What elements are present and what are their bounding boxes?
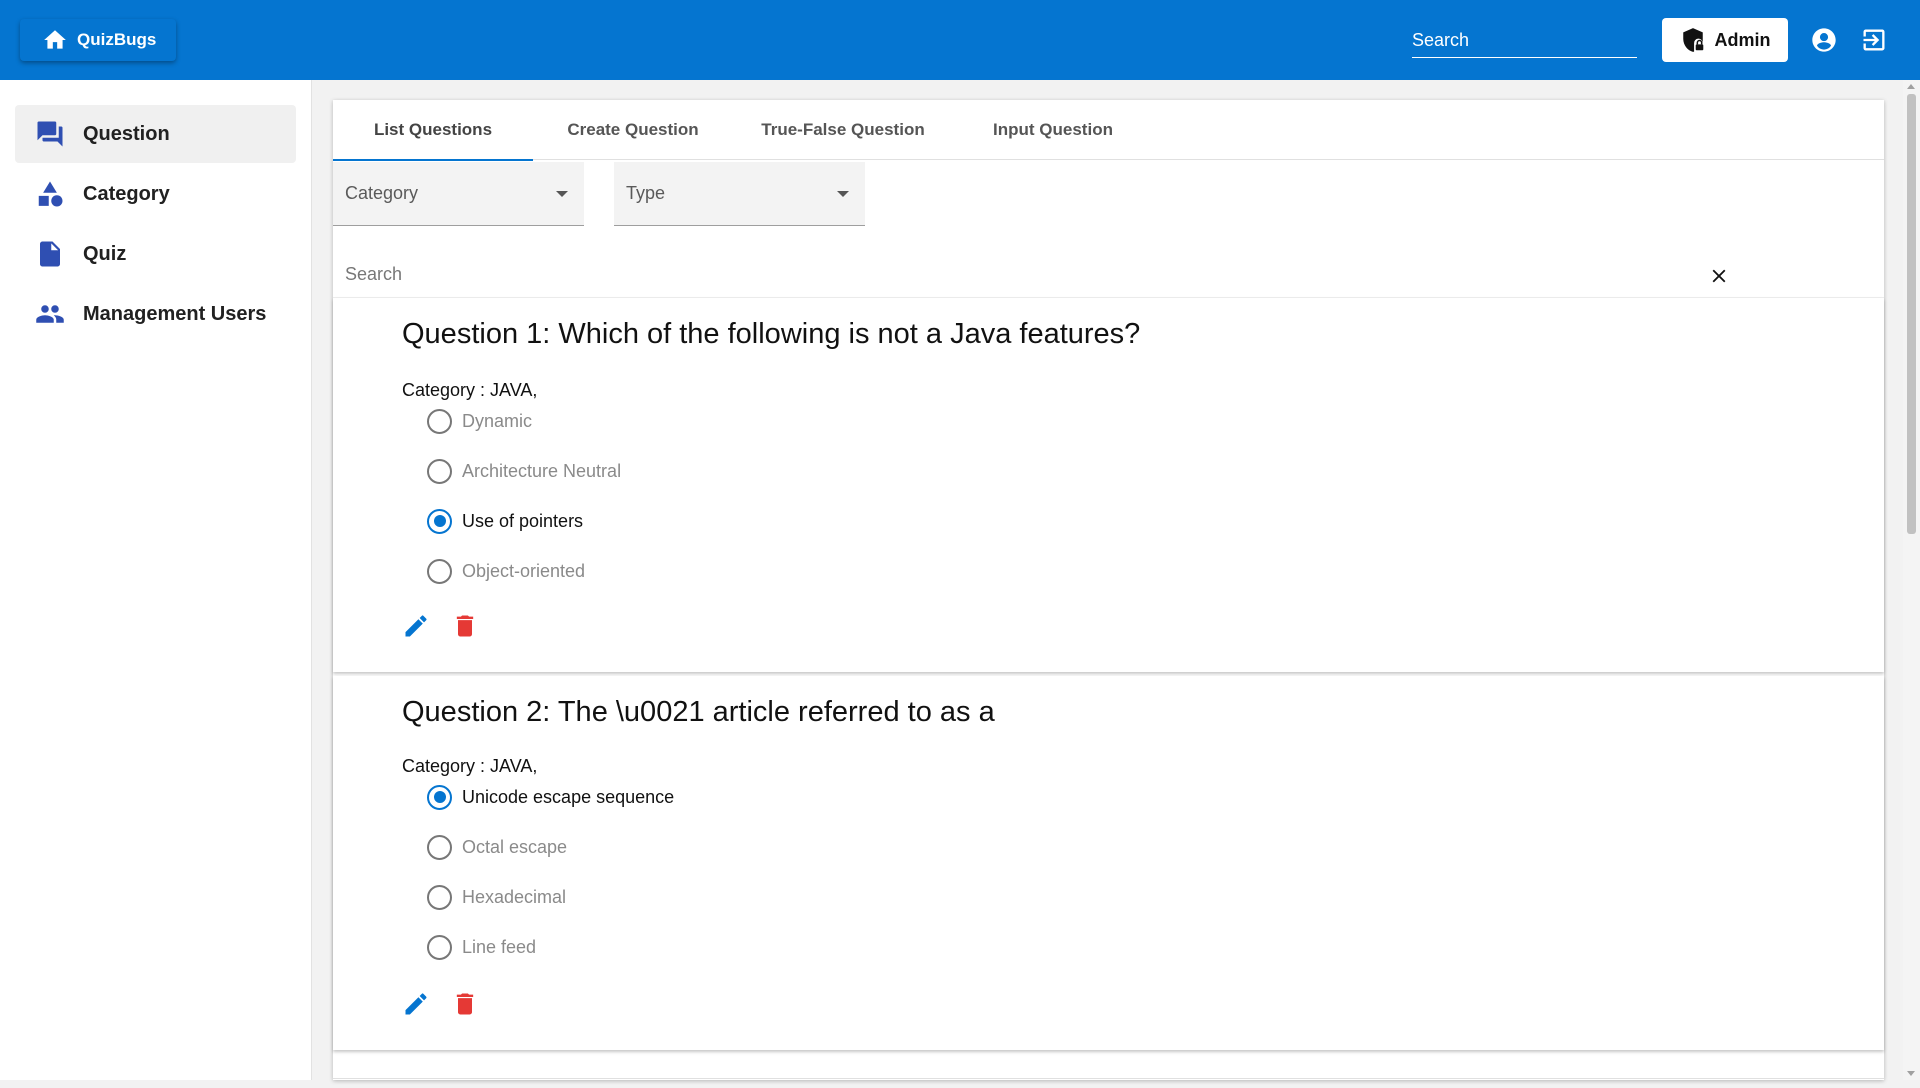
- search-placeholder: Search: [345, 264, 403, 284]
- question-category: Category : JAVA,: [402, 380, 538, 400]
- radio-button[interactable]: [427, 884, 452, 910]
- category-select-label: Category: [345, 183, 419, 203]
- radio-button-checked[interactable]: [427, 508, 452, 534]
- home-icon: [44, 30, 66, 49]
- radio-button[interactable]: [427, 834, 452, 860]
- page-scrollbar[interactable]: [1903, 80, 1920, 1080]
- account-circle-icon: [1812, 28, 1836, 52]
- close-icon[interactable]: [1708, 265, 1730, 287]
- logout-icon: [1863, 29, 1885, 51]
- app-header: QuizBugs Search Admin: [0, 0, 1920, 80]
- chevron-down-icon: [837, 191, 849, 197]
- answer-label: Object-oriented: [462, 560, 586, 581]
- tab-bar: List Questions Create Question True-Fals…: [333, 100, 1884, 161]
- answer-label: Use of pointers: [462, 510, 584, 531]
- tab-true-false-question[interactable]: True-False Question: [733, 100, 953, 160]
- sidebar-item-label: Category: [83, 182, 170, 205]
- admin-label: Admin: [1714, 29, 1771, 50]
- category-select[interactable]: Category: [333, 162, 584, 226]
- pencil-icon: [405, 615, 427, 637]
- radio-button[interactable]: [427, 408, 452, 434]
- answer-option[interactable]: Hexadecimal: [427, 882, 566, 912]
- tab-label: List Questions: [373, 120, 493, 139]
- tab-label: Create Question: [567, 120, 699, 139]
- answer-option[interactable]: Line feed: [427, 932, 536, 962]
- tab-label: Input Question: [993, 120, 1113, 139]
- answer-option-selected[interactable]: Use of pointers: [427, 506, 583, 536]
- shapes-icon: [35, 179, 65, 209]
- delete-question-button[interactable]: [451, 990, 479, 1018]
- answer-label: Hexadecimal: [462, 886, 567, 907]
- question-card: Question 1: Which of the following is no…: [333, 298, 1884, 672]
- sidebar-item-management-users[interactable]: Management Users: [15, 285, 296, 343]
- document-icon: [35, 239, 65, 269]
- answer-label: Architecture Neutral: [462, 460, 622, 481]
- answer-label: Line feed: [462, 936, 537, 957]
- answer-option[interactable]: Dynamic: [427, 406, 532, 436]
- answer-option[interactable]: Architecture Neutral: [427, 456, 621, 486]
- forum-icon: [35, 119, 65, 149]
- header-search-input[interactable]: Search: [1412, 26, 1637, 58]
- question-panel: List Questions Create Question True-Fals…: [333, 100, 1884, 1080]
- trash-icon: [456, 615, 474, 637]
- radio-button[interactable]: [427, 458, 452, 484]
- trash-icon: [456, 993, 474, 1015]
- scroll-up-arrow[interactable]: [1907, 84, 1915, 89]
- answer-label: Dynamic: [462, 410, 533, 431]
- logout-button[interactable]: [1860, 26, 1888, 54]
- admin-button[interactable]: Admin: [1662, 18, 1788, 62]
- question-search-input[interactable]: Search: [333, 252, 1884, 298]
- chevron-down-icon: [556, 191, 568, 197]
- edit-question-button[interactable]: [402, 612, 430, 640]
- tab-input-question[interactable]: Input Question: [953, 100, 1153, 160]
- type-select-label: Type: [626, 183, 666, 203]
- home-button[interactable]: QuizBugs: [20, 19, 177, 61]
- sidebar-item-question[interactable]: Question: [15, 105, 296, 163]
- type-select[interactable]: Type: [614, 162, 865, 226]
- delete-question-button[interactable]: [451, 612, 479, 640]
- answer-option[interactable]: Object-oriented: [427, 556, 585, 586]
- sidebar-item-quiz[interactable]: Quiz: [15, 225, 296, 283]
- pencil-icon: [405, 993, 427, 1015]
- users-icon: [35, 299, 65, 329]
- scroll-down-arrow[interactable]: [1907, 1071, 1915, 1076]
- sidebar: Question Category Quiz Management Users: [0, 80, 312, 1080]
- question-title: Question 1: Which of the following is no…: [402, 318, 1141, 350]
- scroll-thumb[interactable]: [1907, 94, 1916, 534]
- question-category: Category : JAVA,: [402, 756, 538, 776]
- shield-lock-icon: [1682, 28, 1703, 52]
- answer-option[interactable]: Octal escape: [427, 832, 567, 862]
- tab-create-question[interactable]: Create Question: [533, 100, 733, 160]
- tab-label: True-False Question: [761, 120, 925, 139]
- answer-label: Octal escape: [462, 836, 568, 857]
- sidebar-item-label: Question: [83, 122, 170, 145]
- radio-button[interactable]: [427, 934, 452, 960]
- edit-question-button[interactable]: [402, 990, 430, 1018]
- brand-label: QuizBugs: [77, 30, 157, 49]
- question-title: Question 2: The \u0021 article referred …: [402, 696, 995, 728]
- answer-option-selected[interactable]: Unicode escape sequence: [427, 782, 674, 812]
- radio-button[interactable]: [427, 558, 452, 584]
- account-button[interactable]: [1810, 26, 1838, 54]
- radio-button-checked[interactable]: [427, 784, 452, 810]
- answer-label: Unicode escape sequence: [462, 786, 675, 807]
- header-search-placeholder: Search: [1412, 30, 1470, 50]
- sidebar-item-label: Quiz: [83, 242, 127, 265]
- tab-list-questions[interactable]: List Questions: [333, 100, 533, 161]
- sidebar-item-label: Management Users: [83, 302, 267, 325]
- question-card: Question 2: The \u0021 article referred …: [333, 676, 1884, 1050]
- sidebar-item-category[interactable]: Category: [15, 165, 296, 223]
